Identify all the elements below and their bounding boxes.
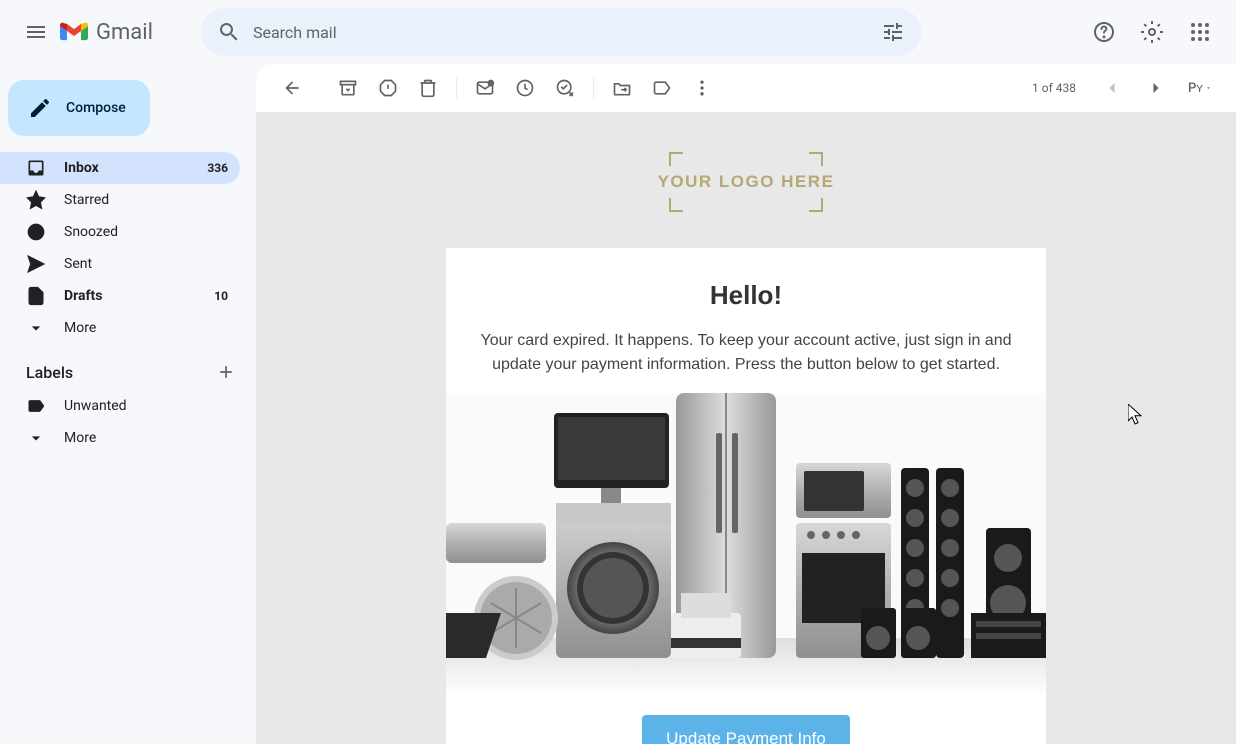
sidebar-label-unwanted[interactable]: Unwanted: [0, 390, 240, 422]
apps-button[interactable]: [1180, 12, 1220, 52]
chevron-down-icon: [26, 428, 46, 448]
input-tool-label: Pʏ: [1188, 80, 1203, 96]
inbox-count: 336: [207, 161, 228, 175]
snooze-button[interactable]: [505, 68, 545, 108]
move-button[interactable]: [602, 68, 642, 108]
spam-button[interactable]: [368, 68, 408, 108]
gmail-logo-area[interactable]: Gmail: [60, 20, 153, 45]
move-icon: [612, 78, 632, 98]
archive-icon: [338, 78, 358, 98]
gmail-text: Gmail: [96, 20, 153, 45]
label-icon: [26, 396, 46, 416]
more-button[interactable]: [682, 68, 722, 108]
sidebar-item-drafts[interactable]: Drafts 10: [0, 280, 240, 312]
archive-button[interactable]: [328, 68, 368, 108]
hamburger-icon: [24, 20, 48, 44]
pagination-text: 1 of 438: [1032, 81, 1076, 95]
drafts-count: 10: [214, 289, 228, 303]
email-body[interactable]: YOUR LOGO HERE Hello! Your card expired.…: [256, 112, 1236, 744]
add-task-button[interactable]: [545, 68, 585, 108]
chevron-down-icon: [26, 318, 46, 338]
sidebar-item-label: Snoozed: [64, 224, 118, 240]
labels-header: Labels: [0, 344, 256, 390]
sidebar-item-snoozed[interactable]: Snoozed: [0, 216, 240, 248]
pencil-icon: [28, 96, 52, 120]
email-body-text: Your card expired. It happens. To keep y…: [446, 329, 1046, 377]
hamburger-menu-button[interactable]: [16, 12, 56, 52]
dropdown-icon: [1205, 83, 1212, 93]
back-button[interactable]: [272, 68, 312, 108]
labels-title: Labels: [26, 363, 73, 382]
sidebar-item-label: Unwanted: [64, 398, 127, 414]
email-logo-placeholder: YOUR LOGO HERE: [256, 112, 1236, 248]
plus-icon[interactable]: [216, 362, 236, 382]
more-vert-icon: [692, 78, 712, 98]
sidebar-label-more[interactable]: More: [0, 422, 240, 454]
main-pane: 1 of 438 Pʏ YOUR LOGO HERE: [256, 64, 1236, 744]
email-card: Hello! Your card expired. It happens. To…: [446, 248, 1046, 744]
gear-icon: [1140, 20, 1164, 44]
email-heading: Hello!: [446, 280, 1046, 311]
labels-button[interactable]: [642, 68, 682, 108]
sidebar-item-more[interactable]: More: [0, 312, 240, 344]
settings-button[interactable]: [1132, 12, 1172, 52]
search-input[interactable]: [249, 23, 873, 42]
compose-label: Compose: [66, 100, 126, 116]
chevron-right-icon: [1146, 78, 1166, 98]
update-payment-button[interactable]: Update Payment Info: [642, 715, 850, 744]
search-icon-button[interactable]: [209, 12, 249, 52]
mark-unread-button[interactable]: [465, 68, 505, 108]
email-product-image: [446, 393, 1046, 693]
send-icon: [26, 254, 46, 274]
sidebar-item-starred[interactable]: Starred: [0, 184, 240, 216]
sidebar-item-inbox[interactable]: Inbox 336: [0, 152, 240, 184]
compose-button[interactable]: Compose: [8, 80, 150, 136]
search-filter-button[interactable]: [873, 12, 913, 52]
chevron-left-icon: [1102, 78, 1122, 98]
input-tool-button[interactable]: Pʏ: [1180, 68, 1220, 108]
logo-placeholder-text: YOUR LOGO HERE: [658, 172, 835, 192]
help-icon: [1092, 20, 1116, 44]
spam-icon: [378, 78, 398, 98]
task-add-icon: [555, 78, 575, 98]
next-button[interactable]: [1136, 68, 1176, 108]
star-icon: [26, 190, 46, 210]
prev-button[interactable]: [1092, 68, 1132, 108]
sidebar-item-label: More: [64, 320, 96, 336]
search-bar[interactable]: [201, 8, 921, 56]
tune-icon: [881, 20, 905, 44]
sidebar-item-label: More: [64, 430, 96, 446]
sidebar-item-label: Starred: [64, 192, 109, 208]
search-icon: [217, 20, 241, 44]
email-toolbar: 1 of 438 Pʏ: [256, 64, 1236, 112]
draft-icon: [26, 286, 46, 306]
sidebar-item-sent[interactable]: Sent: [0, 248, 240, 280]
apps-grid-icon: [1188, 20, 1212, 44]
sidebar-item-label: Sent: [64, 256, 92, 272]
sidebar-item-label: Inbox: [64, 160, 99, 176]
delete-button[interactable]: [408, 68, 448, 108]
sidebar-item-label: Drafts: [64, 288, 102, 304]
help-button[interactable]: [1084, 12, 1124, 52]
clock-icon: [515, 78, 535, 98]
clock-icon: [26, 222, 46, 242]
label-icon: [652, 78, 672, 98]
inbox-icon: [26, 158, 46, 178]
arrow-back-icon: [282, 78, 302, 98]
mail-icon: [475, 78, 495, 98]
gmail-logo-icon: [60, 21, 88, 43]
trash-icon: [418, 78, 438, 98]
sidebar: Compose Inbox 336 Starred Snoozed Sent D…: [0, 64, 256, 744]
